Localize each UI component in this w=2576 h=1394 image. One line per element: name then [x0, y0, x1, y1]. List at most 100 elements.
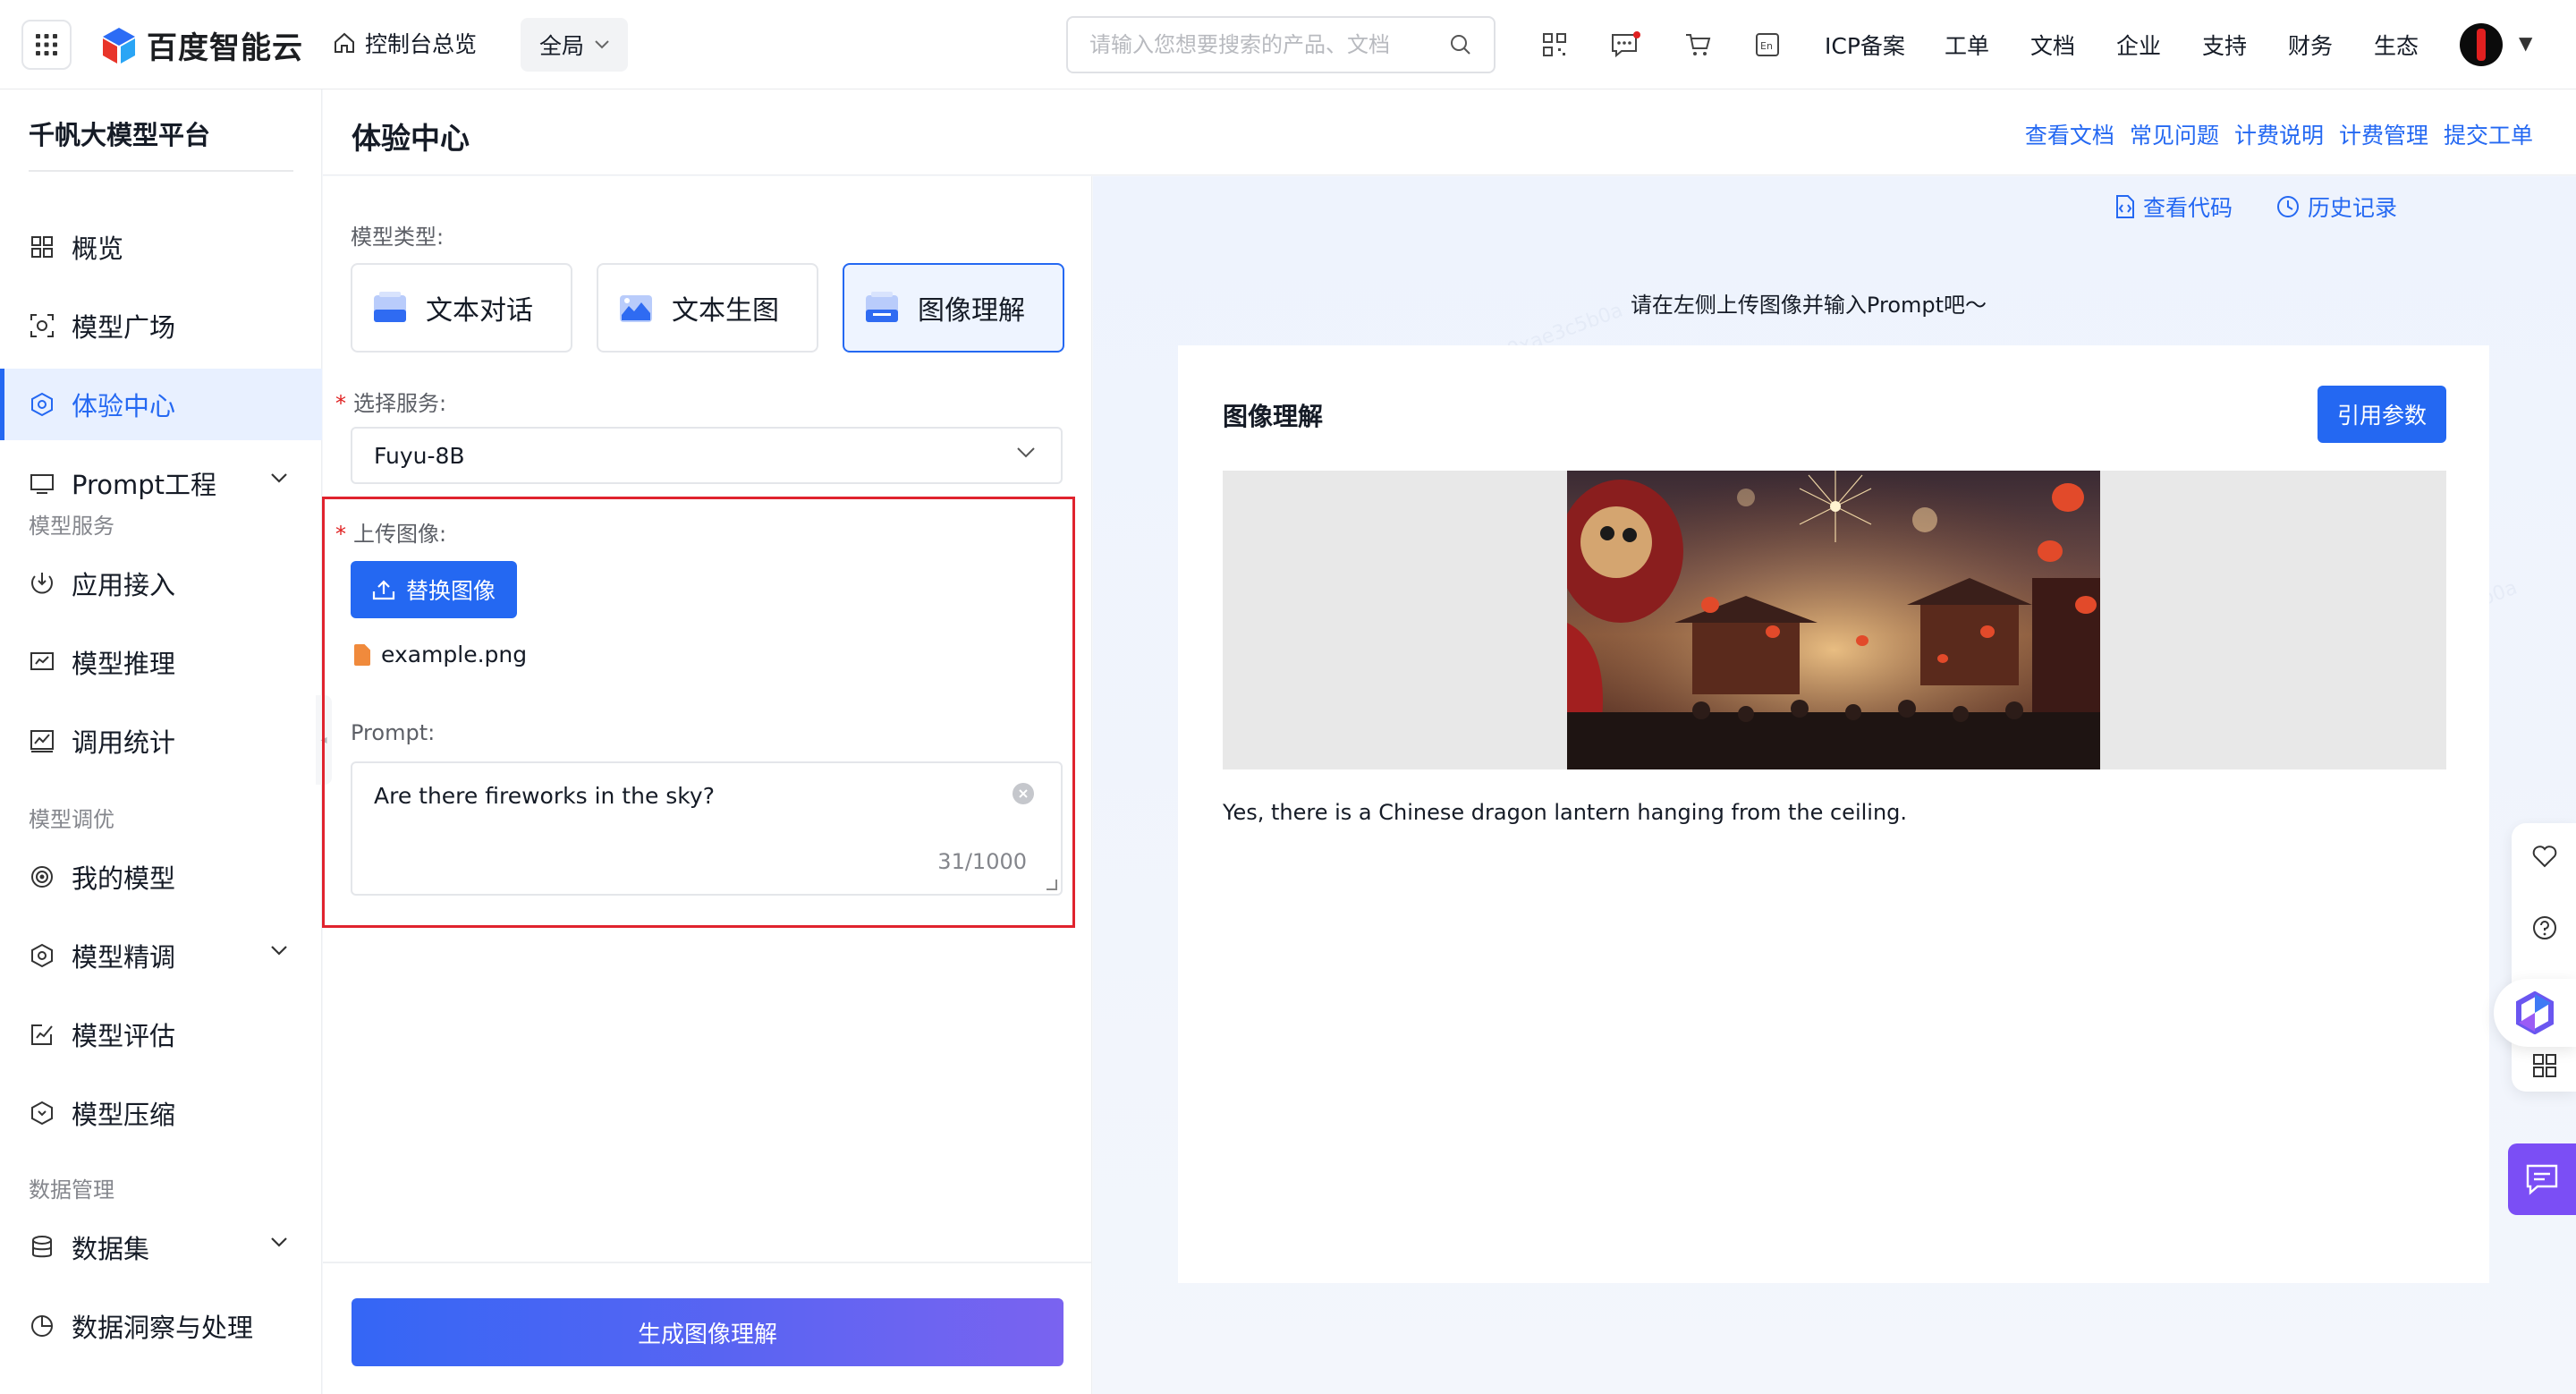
nav-link-finance[interactable]: 财务 [2288, 29, 2333, 61]
sidebar-item-app-access[interactable]: 应用接入 [0, 548, 322, 619]
sidebar-item-evaluate[interactable]: 模型评估 [0, 999, 322, 1070]
experience-icon [29, 391, 55, 418]
sidebar-item-insight[interactable]: 数据洞察与处理 [0, 1290, 322, 1362]
nav-link-ticket[interactable]: 工单 [1945, 29, 1989, 61]
sidebar-item-inference[interactable]: 模型推理 [0, 626, 322, 698]
sidebar-item-label: 数据集 [72, 1234, 150, 1264]
result-card: 图像理解 引用参数 Yes, there is a Chinese dragon… [1178, 345, 2489, 1283]
sidebar-title: 千帆大模型平台 [29, 120, 211, 150]
service-label: * 选择服务: [335, 391, 447, 416]
uploaded-image-preview [1223, 471, 2446, 769]
form-panel: 模型类型: 文本对话 文本生图 图像理解 * 选择服务: Fuyu-8B * 上传图… [316, 176, 1092, 1394]
sidebar-item-label: 数据洞察与处理 [72, 1313, 254, 1343]
sidebar-item-finetune[interactable]: 模型精调 [0, 920, 322, 991]
type-card-label: 文本对话 [426, 295, 533, 327]
prompt-input[interactable] [374, 783, 1000, 854]
link-billing-manage[interactable]: 计费管理 [2339, 118, 2428, 150]
service-select[interactable]: Fuyu-8B [351, 427, 1063, 484]
uploaded-file[interactable]: example.png [354, 642, 527, 667]
prompt-field[interactable]: 31/1000 [351, 761, 1063, 896]
file-name: example.png [381, 642, 528, 667]
header-links: 查看文档 常见问题 计费说明 计费管理 提交工单 [2025, 118, 2533, 150]
type-card-text-chat[interactable]: 文本对话 [351, 263, 572, 353]
message-icon[interactable] [1610, 29, 1642, 61]
caret-down-icon[interactable]: ▼ [2519, 32, 2532, 54]
link-billing-info[interactable]: 计费说明 [2234, 118, 2324, 150]
link-submit-ticket[interactable]: 提交工单 [2444, 118, 2533, 150]
qrcode-icon[interactable] [1538, 29, 1571, 61]
prompt-label: Prompt: [351, 720, 436, 745]
chevron-down-icon [271, 1237, 287, 1247]
collapse-panel-handle[interactable]: ◂ [316, 695, 332, 785]
sidebar-divider [29, 170, 293, 172]
chat-support-button[interactable] [2508, 1143, 2576, 1215]
sidebar-item-stats[interactable]: 调用统计 [0, 705, 322, 777]
chevron-down-icon [1017, 447, 1035, 458]
home-label: 控制台总览 [365, 31, 478, 57]
prompt-icon [29, 470, 55, 497]
sidebar-item-dataset[interactable]: 数据集 [0, 1211, 322, 1283]
resize-handle-icon[interactable] [1046, 880, 1057, 890]
cite-params-button[interactable]: 引用参数 [2318, 386, 2446, 443]
nav-link-docs[interactable]: 文档 [2030, 29, 2075, 61]
sidebar-item-label: 概览 [72, 234, 124, 264]
search-icon[interactable] [1449, 33, 1472, 56]
sidebar-item-model-square[interactable]: 模型广场 [0, 290, 322, 361]
nav-link-icp[interactable]: ICP备案 [1825, 29, 1905, 61]
app-grid-icon[interactable] [21, 20, 72, 70]
sidebar-item-label: 模型广场 [72, 312, 176, 343]
search-input[interactable] [1089, 32, 1449, 57]
nav-link-support[interactable]: 支持 [2202, 29, 2247, 61]
type-card-image-understanding[interactable]: 图像理解 [843, 263, 1064, 353]
replace-image-button[interactable]: 替换图像 [351, 561, 517, 618]
brand-logo[interactable]: 百度智能云 [100, 23, 303, 67]
model-answer: Yes, there is a Chinese dragon lantern h… [1223, 800, 1908, 825]
inference-icon [29, 649, 55, 676]
heart-icon[interactable] [2531, 843, 2558, 870]
sidebar-group-data: 数据管理 [29, 1177, 114, 1203]
assistant-logo-icon[interactable] [2494, 979, 2576, 1047]
sidebar-item-compress[interactable]: 模型压缩 [0, 1077, 322, 1149]
result-panel: 0xae3c5b0a 0xae3c5b0a 查看代码 历史记录 请在左侧上传图像… [1093, 176, 2576, 1394]
sidebar-item-label: 模型评估 [72, 1021, 176, 1051]
sidebar-item-label: 模型压缩 [72, 1100, 176, 1130]
help-icon[interactable] [2531, 914, 2558, 941]
image-understanding-icon [864, 288, 900, 327]
console-home-link[interactable]: 控制台总览 [333, 27, 477, 59]
sidebar-item-label: 调用统计 [72, 727, 176, 758]
search-box[interactable] [1066, 16, 1496, 73]
sidebar-item-label: 模型精调 [72, 942, 176, 973]
language-icon[interactable]: En [1751, 29, 1784, 61]
sidebar-group-model-tuning: 模型调优 [29, 807, 114, 832]
apps-icon[interactable] [2531, 1052, 2558, 1079]
result-hint: 请在左侧上传图像并输入Prompt吧～ [1630, 293, 1987, 318]
result-card-title: 图像理解 [1223, 402, 1324, 431]
link-view-docs[interactable]: 查看文档 [2025, 118, 2114, 150]
scope-select[interactable]: 全局 [521, 18, 628, 72]
replace-image-label: 替换图像 [405, 578, 496, 604]
sidebar-item-experience-center[interactable]: 体验中心 [0, 369, 322, 440]
model-type-label: 模型类型: [351, 225, 445, 250]
grid-icon [29, 234, 55, 260]
history-button[interactable]: 历史记录 [2275, 191, 2397, 223]
sidebar-item-overview[interactable]: 概览 [0, 211, 322, 283]
type-card-text-to-image[interactable]: 文本生图 [597, 263, 818, 353]
festival-image [1567, 471, 2100, 769]
chevron-down-icon [271, 473, 287, 483]
nav-link-enterprise[interactable]: 企业 [2116, 29, 2161, 61]
sidebar-item-label: Prompt工程 [72, 470, 217, 500]
cart-icon[interactable] [1682, 29, 1714, 61]
clear-icon[interactable] [1013, 783, 1034, 804]
finetune-icon [29, 942, 55, 969]
link-faq[interactable]: 常见问题 [2130, 118, 2219, 150]
generate-button[interactable]: 生成图像理解 [352, 1298, 1063, 1366]
nav-link-ecosystem[interactable]: 生态 [2374, 29, 2419, 61]
sidebar-item-label: 我的模型 [72, 863, 176, 894]
view-code-button[interactable]: 查看代码 [2114, 191, 2233, 223]
main-header: 体验中心 查看文档 常见问题 计费说明 计费管理 提交工单 [323, 89, 2576, 175]
chevron-down-icon [595, 40, 609, 49]
evaluate-icon [29, 1021, 55, 1048]
avatar[interactable] [2460, 23, 2503, 66]
sidebar-item-my-model[interactable]: 我的模型 [0, 841, 322, 913]
compress-icon [29, 1100, 55, 1126]
